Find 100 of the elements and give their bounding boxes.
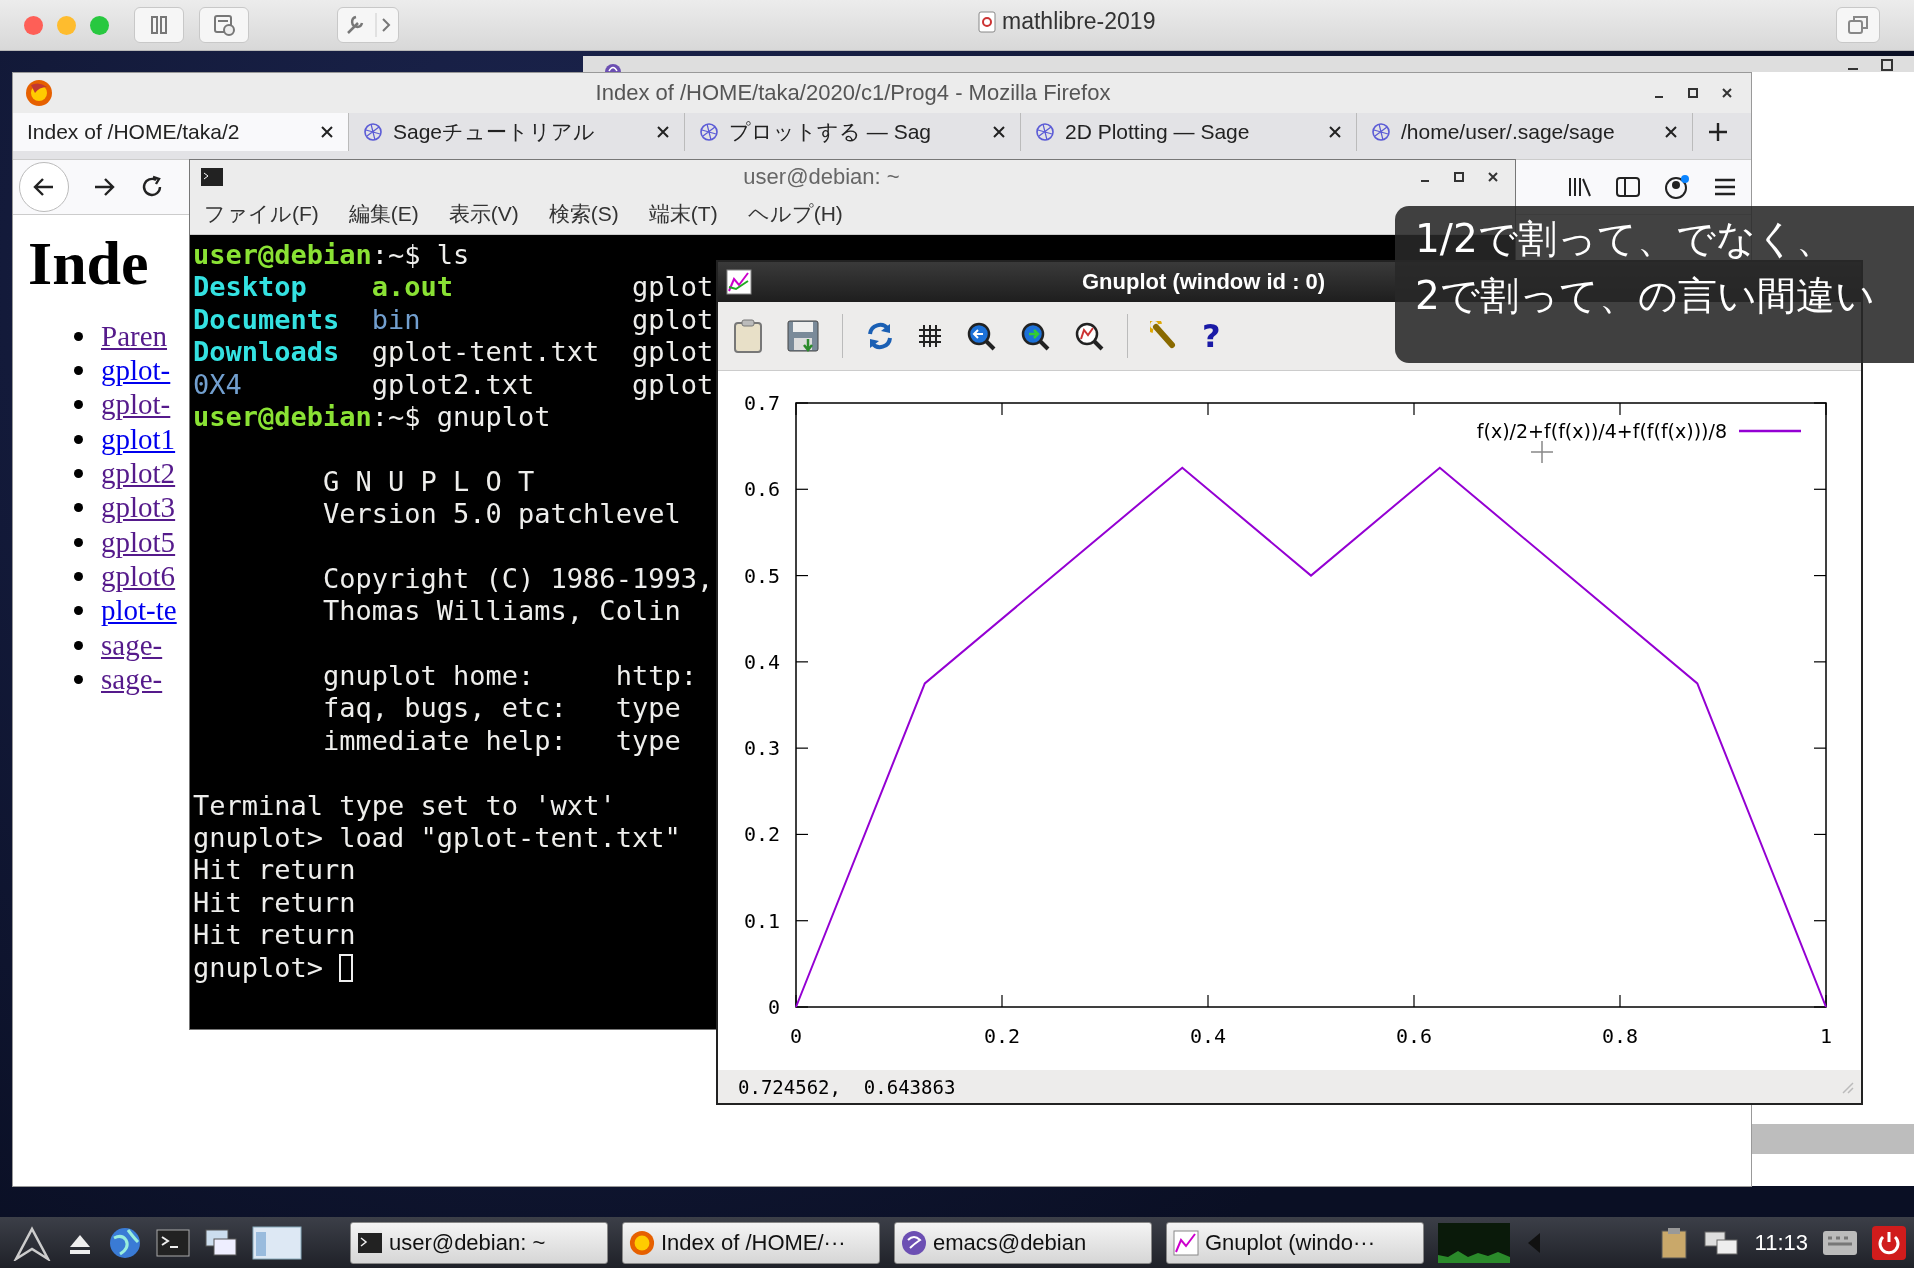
zoom-icon[interactable] xyxy=(1019,320,1051,352)
file-link[interactable]: gplot6 xyxy=(101,559,176,593)
axis-tick-label: 0 xyxy=(767,995,780,1019)
taskbar-item[interactable]: Index of /HOME/··· xyxy=(622,1221,880,1264)
file-link[interactable]: sage- xyxy=(101,662,163,696)
output-text: G N U P L O T xyxy=(323,465,535,499)
close-icon[interactable] xyxy=(992,125,1006,139)
snapshot-button[interactable] xyxy=(199,7,249,43)
taskbar-item[interactable]: Gnuplot (windo··· xyxy=(1166,1221,1424,1264)
file-link[interactable]: plot-te xyxy=(101,594,177,628)
fox-logo-icon xyxy=(25,79,53,107)
menu-item[interactable]: ヘルプ(H) xyxy=(747,200,843,228)
browser-tab[interactable]: Index of /HOME/taka/2 xyxy=(13,113,349,151)
maximize-icon[interactable] xyxy=(1880,58,1894,72)
sidebar-icon[interactable] xyxy=(1615,176,1641,198)
file-link[interactable]: sage- xyxy=(101,628,163,662)
bullet-icon xyxy=(74,400,83,410)
file-name: Desktop xyxy=(193,271,307,304)
taskbar-item[interactable]: user@debian: ~ xyxy=(350,1221,608,1264)
grid-icon[interactable] xyxy=(917,323,943,349)
output-text: Hit return xyxy=(193,854,356,887)
menu-item[interactable]: 検索(S) xyxy=(548,200,619,228)
menu-item[interactable]: 端末(T) xyxy=(648,200,718,228)
subtitle-text: 2で割って、の言い間違い xyxy=(1415,272,1876,320)
file-name: gplot xyxy=(631,303,714,337)
axis-tick-label: 0.6 xyxy=(1395,1024,1433,1048)
library-icon[interactable] xyxy=(1567,175,1593,199)
window-title: user@debian: ~ xyxy=(743,164,900,190)
refresh-icon[interactable] xyxy=(865,321,895,351)
cursor xyxy=(339,953,354,982)
file-name: gplot2.txt xyxy=(371,368,535,401)
close-icon[interactable] xyxy=(1721,87,1733,99)
close-icon[interactable] xyxy=(1487,171,1499,183)
globe-icon xyxy=(1035,122,1055,142)
zoom-icon[interactable] xyxy=(965,320,997,352)
arch-icon[interactable] xyxy=(12,1224,52,1261)
output-text: gnuplot> load "gplot-tent.txt" xyxy=(193,822,681,855)
close-icon[interactable] xyxy=(320,125,334,139)
power-icon[interactable] xyxy=(1872,1225,1906,1260)
file-name: 0X4 xyxy=(193,368,242,401)
file-name: Downloads xyxy=(193,336,340,369)
taskbar-item[interactable]: emacs@debian xyxy=(894,1221,1152,1264)
command-text: :~$ ls xyxy=(371,239,470,272)
file-link[interactable]: gplot5 xyxy=(101,525,176,559)
save-icon[interactable] xyxy=(786,319,820,353)
menu-item[interactable]: 表示(V) xyxy=(448,200,519,228)
output-text: Hit return xyxy=(193,919,356,952)
desktop-icon[interactable] xyxy=(252,1225,302,1260)
clipboard-icon[interactable] xyxy=(732,318,764,354)
bullet-icon xyxy=(74,503,83,513)
axis-tick-label: 0.3 xyxy=(743,736,780,761)
document-icon xyxy=(978,10,996,33)
globe-icon[interactable] xyxy=(108,1225,142,1260)
legend-label: f(x)/2+f(f(x))/4+f(f(f(x)))/8 xyxy=(1476,420,1727,442)
window-button[interactable] xyxy=(1836,7,1880,43)
maximize-icon[interactable] xyxy=(1687,87,1699,99)
menu-item[interactable]: 編集(E) xyxy=(348,200,419,228)
output-text: Terminal type set to 'wxt' xyxy=(193,789,616,823)
file-link[interactable]: gplot- xyxy=(101,388,171,422)
clipboard-icon[interactable] xyxy=(1658,1225,1689,1260)
clock[interactable]: 11:13 xyxy=(1754,1229,1808,1256)
globe-icon xyxy=(363,122,383,142)
file-link[interactable]: gplot3 xyxy=(101,491,176,525)
axis-tick-label: 0.4 xyxy=(743,649,780,674)
file-link[interactable]: Paren xyxy=(101,319,168,353)
terminal-icon[interactable] xyxy=(156,1228,190,1257)
file-name: Documents xyxy=(193,303,340,337)
back-button[interactable] xyxy=(19,162,69,212)
output-text: Copyright (C) 1986-1993, xyxy=(323,562,714,596)
keyboard-icon[interactable] xyxy=(1822,1229,1858,1256)
file-link[interactable]: gplot- xyxy=(101,354,171,388)
windows-icon[interactable] xyxy=(204,1227,238,1258)
axis-tick-label: 0.6 xyxy=(743,477,780,502)
file-link[interactable]: gplot2 xyxy=(101,457,176,490)
menu-item[interactable]: ファイル(F) xyxy=(204,200,319,228)
close-icon[interactable] xyxy=(1328,125,1342,139)
plot-icon xyxy=(726,269,752,295)
axis-tick-label: 0.5 xyxy=(743,563,780,588)
axis-tick-label: 0.2 xyxy=(743,822,780,847)
file-link[interactable]: gplot1 xyxy=(101,422,176,456)
output-text: Version 5.0 patchlevel xyxy=(323,498,681,531)
zoom-icon[interactable] xyxy=(1073,320,1105,352)
output-text: immediate help: type xyxy=(323,724,681,758)
prompt-text: user@debian xyxy=(193,239,372,272)
subtitle-text: 1/2で割って、でなく、 xyxy=(1415,216,1836,263)
fox-logo-icon xyxy=(629,1229,655,1256)
pause-button[interactable] xyxy=(134,7,184,43)
file-name: gplot xyxy=(631,271,714,304)
help-button[interactable]: ? xyxy=(1202,317,1221,355)
bullet-icon xyxy=(74,571,83,581)
globe-icon xyxy=(699,122,719,142)
plus-icon[interactable] xyxy=(1707,121,1729,143)
close-icon[interactable] xyxy=(1664,125,1678,139)
close-icon[interactable] xyxy=(656,125,670,139)
maximize-icon[interactable] xyxy=(1453,171,1465,183)
account-icon[interactable] xyxy=(1663,173,1691,201)
wrench-button[interactable] xyxy=(337,7,399,43)
bullet-icon xyxy=(74,537,83,547)
bullet-icon xyxy=(74,640,83,650)
menu-icon[interactable] xyxy=(1713,177,1737,197)
